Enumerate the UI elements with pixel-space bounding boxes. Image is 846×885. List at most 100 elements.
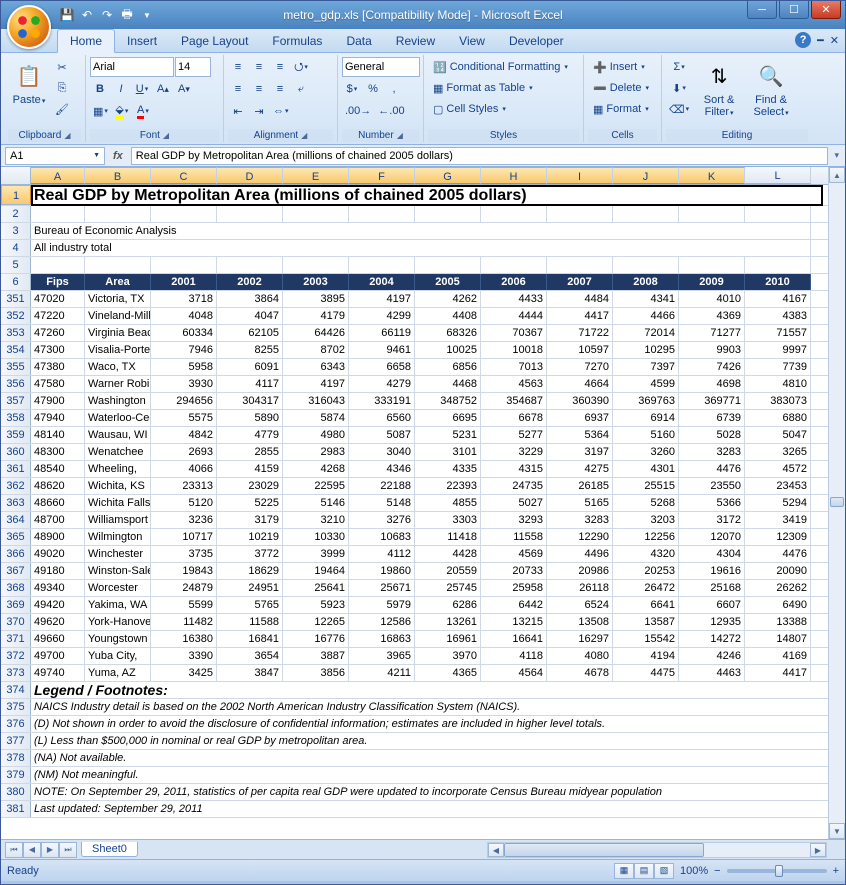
tab-formulas[interactable]: Formulas	[260, 30, 334, 52]
cell[interactable]: Area	[85, 274, 151, 290]
cell[interactable]: 2001	[151, 274, 217, 290]
cell[interactable]: 13508	[547, 614, 613, 630]
cell[interactable]: 7270	[547, 359, 613, 375]
format-cells-button[interactable]: ▦Format▾	[588, 99, 654, 119]
cell[interactable]: 294656	[151, 393, 217, 409]
cell[interactable]: 19616	[679, 563, 745, 579]
cell[interactable]: 369763	[613, 393, 679, 409]
zoom-in-button[interactable]: +	[833, 865, 839, 877]
column-header[interactable]: F	[349, 167, 415, 184]
row-header[interactable]: 380	[1, 784, 31, 800]
cell[interactable]: 316043	[283, 393, 349, 409]
cell[interactable]: 360390	[547, 393, 613, 409]
cell[interactable]: 10018	[481, 342, 547, 358]
cell[interactable]: 6658	[349, 359, 415, 375]
cell[interactable]: 49180	[31, 563, 85, 579]
cell[interactable]: 23550	[679, 478, 745, 494]
merge-center-button[interactable]: ⇔▾	[270, 101, 292, 121]
qat-redo-icon[interactable]: ↷	[99, 7, 115, 23]
copy-button[interactable]: ⎘	[52, 78, 72, 98]
cell[interactable]: 4466	[613, 308, 679, 324]
cell[interactable]: 25958	[481, 580, 547, 596]
cell[interactable]: 5294	[745, 495, 811, 511]
cell[interactable]: 13261	[415, 614, 481, 630]
cell[interactable]: Washington	[85, 393, 151, 409]
cell[interactable]: 6695	[415, 410, 481, 426]
row-header[interactable]: 361	[1, 461, 31, 477]
cell[interactable]: 16841	[217, 631, 283, 647]
row-header[interactable]: 355	[1, 359, 31, 375]
cell[interactable]: 12935	[679, 614, 745, 630]
cell[interactable]: 4678	[547, 665, 613, 681]
cell[interactable]: 9903	[679, 342, 745, 358]
row-header[interactable]: 379	[1, 767, 31, 783]
cell[interactable]: 10683	[349, 529, 415, 545]
cell[interactable]: 6560	[349, 410, 415, 426]
cell[interactable]: 7946	[151, 342, 217, 358]
tab-insert[interactable]: Insert	[115, 30, 169, 52]
cell[interactable]: 48700	[31, 512, 85, 528]
cell[interactable]: 25515	[613, 478, 679, 494]
window-close-button[interactable]: ✕	[811, 1, 841, 19]
cell[interactable]: Waco, TX	[85, 359, 151, 375]
cell[interactable]: 47300	[31, 342, 85, 358]
cell[interactable]: 5225	[217, 495, 283, 511]
cell[interactable]: 3040	[349, 444, 415, 460]
cell[interactable]: 5087	[349, 427, 415, 443]
align-top-button[interactable]: ≡	[228, 57, 248, 77]
cell[interactable]: 4262	[415, 291, 481, 307]
tab-review[interactable]: Review	[384, 30, 447, 52]
cell[interactable]: 4475	[613, 665, 679, 681]
cell[interactable]: 6739	[679, 410, 745, 426]
cell[interactable]: Wheeling,	[85, 461, 151, 477]
formula-input[interactable]: Real GDP by Metropolitan Area (millions …	[131, 147, 829, 165]
row-header[interactable]: 367	[1, 563, 31, 579]
conditional-formatting-button[interactable]: 🔢Conditional Formatting▾	[428, 57, 573, 77]
cell[interactable]: 12070	[679, 529, 745, 545]
cell[interactable]: (D) Not shown in order to avoid the disc…	[31, 716, 811, 732]
cell[interactable]: (NM) Not meaningful.	[31, 767, 811, 783]
cell[interactable]: 4118	[481, 648, 547, 664]
cell[interactable]: 49340	[31, 580, 85, 596]
column-header[interactable]: E	[283, 167, 349, 184]
increase-indent-button[interactable]: ⇥	[249, 101, 269, 121]
autosum-button[interactable]: Σ▾	[666, 57, 692, 77]
row-header[interactable]: 1	[1, 185, 31, 205]
cell[interactable]: 11558	[481, 529, 547, 545]
cell[interactable]: 19464	[283, 563, 349, 579]
row-header[interactable]: 368	[1, 580, 31, 596]
cell[interactable]: York-Hanover	[85, 614, 151, 630]
cell[interactable]: 6091	[217, 359, 283, 375]
scroll-up-icon[interactable]: ▲	[829, 167, 845, 183]
cell[interactable]: 4279	[349, 376, 415, 392]
cell[interactable]: 71557	[745, 325, 811, 341]
cell[interactable]: 3293	[481, 512, 547, 528]
format-as-table-button[interactable]: ▦Format as Table▾	[428, 78, 538, 98]
cell[interactable]: 2005	[415, 274, 481, 290]
cell[interactable]: NAICS Industry detail is based on the 20…	[31, 699, 811, 715]
cell[interactable]: 5146	[283, 495, 349, 511]
cell[interactable]: 16641	[481, 631, 547, 647]
cell[interactable]: 19860	[349, 563, 415, 579]
cell[interactable]: Wichita, KS	[85, 478, 151, 494]
cell-styles-button[interactable]: ▢Cell Styles▾	[428, 99, 511, 119]
cell[interactable]: 3654	[217, 648, 283, 664]
cell[interactable]: 2983	[283, 444, 349, 460]
cell[interactable]	[613, 206, 679, 222]
row-header[interactable]: 381	[1, 801, 31, 817]
cell[interactable]: 4698	[679, 376, 745, 392]
cell[interactable]: 5765	[217, 597, 283, 613]
cell[interactable]: 14807	[745, 631, 811, 647]
tab-data[interactable]: Data	[334, 30, 383, 52]
cell[interactable]: Wilmington	[85, 529, 151, 545]
align-center-button[interactable]: ≡	[249, 79, 269, 99]
cell[interactable]	[31, 257, 85, 273]
cell[interactable]: 3172	[679, 512, 745, 528]
cell[interactable]: 6937	[547, 410, 613, 426]
row-header[interactable]: 356	[1, 376, 31, 392]
cell[interactable]: 4569	[481, 546, 547, 562]
cell[interactable]: 10295	[613, 342, 679, 358]
cell[interactable]: 47020	[31, 291, 85, 307]
row-header[interactable]: 2	[1, 206, 31, 222]
cell[interactable]: 12586	[349, 614, 415, 630]
